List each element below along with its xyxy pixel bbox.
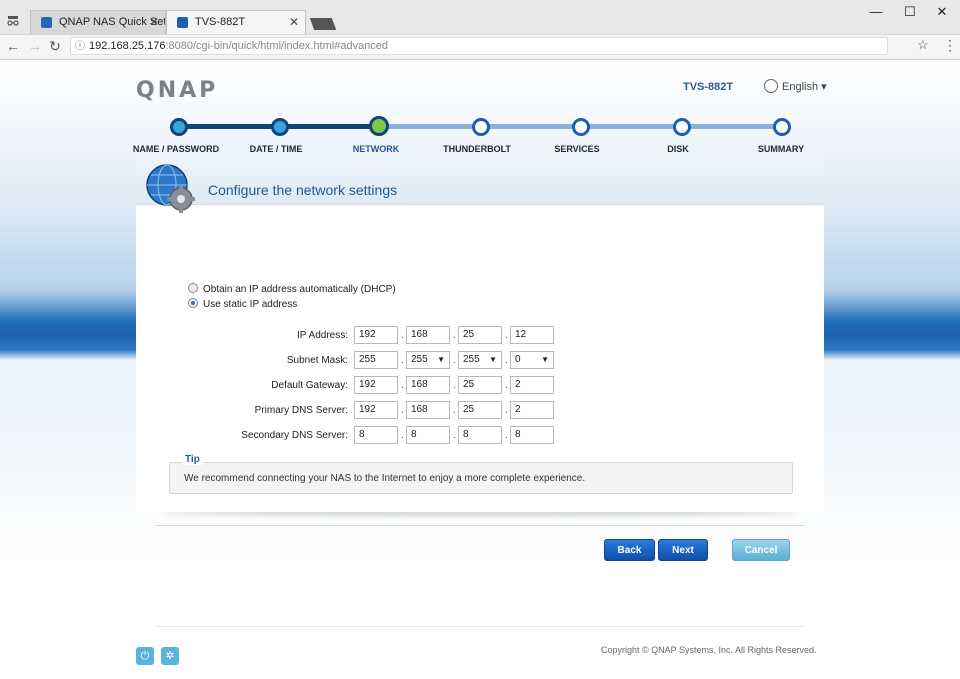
mask-octet-3-select[interactable]: 255 ▼ [458,351,502,369]
dns2-octet-3[interactable]: 8 [458,426,502,444]
gateway-octet-3[interactable]: 25 [458,376,502,394]
step-label-network: NETWORK [352,144,400,154]
browser-menu-icon[interactable]: ⋮ [943,37,957,54]
qnap-favicon-icon [177,17,188,28]
address-bar[interactable]: ⓘ 192.168.25.176:8080/cgi-bin/quick/html… [70,37,888,55]
gateway-octet-2[interactable]: 168 [406,376,450,394]
language-label: English ▾ [782,81,827,93]
close-tab-icon[interactable]: ✕ [289,15,299,29]
next-button[interactable]: Next [658,539,708,561]
footer-divider [156,626,804,627]
panel-divider [156,525,804,526]
reload-icon[interactable]: ↻ [46,36,64,56]
static-ip-label: Use static IP address [203,299,298,310]
step-label-thunderbolt: THUNDERBOLT [443,144,511,154]
browser-toolbar: ← → ↻ ⓘ 192.168.25.176:8080/cgi-bin/quic… [0,35,960,60]
step-node-summary [773,118,791,136]
url-path: :8080/cgi-bin/quick/html/index.html#adva… [165,40,389,52]
tab-tvs-882t[interactable]: TVS-882T ✕ [166,10,306,34]
mask-octet-4-select[interactable]: 0 ▼ [510,351,554,369]
gateway-octet-1[interactable]: 192 [354,376,398,394]
cancel-button[interactable]: Cancel [732,539,790,561]
step-node-thunderbolt [472,118,490,136]
step-node-date-time [271,118,289,136]
ip-address-label: IP Address: [297,330,348,341]
step-label-name-password: NAME / PASSWORD [132,144,220,154]
step-node-network [369,116,389,136]
qnap-logo: QNAP [136,78,219,103]
tip-text: We recommend connecting your NAS to the … [184,473,586,484]
new-tab-button[interactable] [309,18,337,30]
close-window-button[interactable]: ✕ [928,2,956,22]
tab-label: TVS-882T [195,16,246,28]
settings-gear-icon[interactable]: ✲ [161,647,179,665]
dns2-octet-1[interactable]: 8 [354,426,398,444]
setup-page: QNAP TVS-882T English ▾ NAME / PASSWORD … [0,60,960,679]
primary-dns-label: Primary DNS Server: [254,405,348,416]
bookmark-star-icon[interactable]: ☆ [917,37,929,53]
back-arrow-icon[interactable]: ← [4,36,22,56]
tip-title: Tip [182,454,203,465]
step-node-disk [673,118,691,136]
dns1-octet-2[interactable]: 168 [406,401,450,419]
static-ip-option[interactable]: Use static IP address [188,298,298,310]
forward-arrow-icon[interactable]: → [26,36,44,56]
dns1-octet-3[interactable]: 25 [458,401,502,419]
close-tab-icon[interactable]: ✕ [149,15,159,29]
browser-titlebar: QNAP NAS Quick Setup ✕ TVS-882T ✕ — ☐ ✕ [0,0,960,35]
step-label-services: SERVICES [554,144,600,154]
dropdown-caret-icon: ▼ [541,355,549,364]
static-ip-radio[interactable] [188,298,198,309]
dropdown-caret-icon: ▼ [437,355,445,364]
step-label-date-time: DATE / TIME [249,144,303,154]
dns1-octet-4[interactable]: 2 [510,401,554,419]
ip-octet-4[interactable]: 12 [510,326,554,344]
minimize-button[interactable]: — [862,2,890,22]
gateway-octet-4[interactable]: 2 [510,376,554,394]
ip-octet-1[interactable]: 192 [354,326,398,344]
mask-octet-1[interactable]: 255 [354,351,398,369]
step-label-disk: DISK [667,144,689,154]
dhcp-label: Obtain an IP address automatically (DHCP… [203,284,396,295]
dns1-octet-1[interactable]: 192 [354,401,398,419]
incognito-icon [6,13,20,27]
info-icon: ⓘ [75,41,85,52]
panel-title: Configure the network settings [208,182,398,198]
ip-octet-2[interactable]: 168 [406,326,450,344]
ip-octet-3[interactable]: 25 [458,326,502,344]
globe-icon [764,79,778,94]
secondary-dns-label: Secondary DNS Server: [241,430,348,441]
tab-quick-setup[interactable]: QNAP NAS Quick Setup ✕ [30,10,166,34]
panel-header: Configure the network settings [136,158,824,205]
back-button[interactable]: Back [604,539,655,561]
dhcp-option[interactable]: Obtain an IP address automatically (DHCP… [188,283,396,295]
power-icon[interactable]: ⏻ [136,647,154,665]
copyright-text: Copyright © QNAP Systems, Inc. All Right… [601,645,817,655]
network-settings-panel: Configure the network settings Obtain an… [136,158,824,561]
network-globe-icon [146,164,195,213]
dns2-octet-2[interactable]: 8 [406,426,450,444]
qnap-favicon-icon [41,17,52,28]
step-node-name-password [170,118,188,136]
default-gateway-label: Default Gateway: [271,380,348,391]
dns2-octet-4[interactable]: 8 [510,426,554,444]
subnet-mask-label: Subnet Mask: [286,355,348,366]
language-selector[interactable]: English ▾ [764,79,827,94]
mask-octet-2-select[interactable]: 255 ▼ [406,351,450,369]
dropdown-caret-icon: ▼ [489,355,497,364]
url-host: 192.168.25.176 [89,40,166,52]
dhcp-radio[interactable] [188,283,198,294]
maximize-button[interactable]: ☐ [896,2,924,22]
nas-model-name: TVS-882T [683,81,734,93]
step-label-summary: SUMMARY [757,144,805,154]
tip-box: We recommend connecting your NAS to the … [169,462,793,494]
step-node-services [572,118,590,136]
